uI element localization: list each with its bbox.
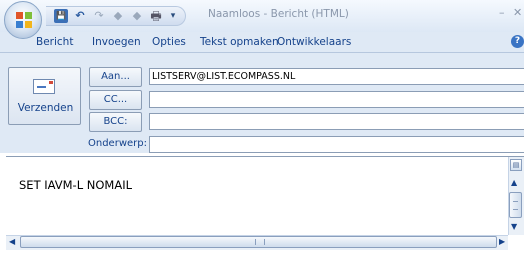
close-icon[interactable]: ✕ bbox=[513, 6, 522, 19]
tab-bericht[interactable]: Bericht bbox=[36, 36, 73, 48]
bcc-field[interactable] bbox=[149, 113, 524, 130]
redo-icon[interactable]: ↷ bbox=[92, 9, 106, 23]
tab-invoegen[interactable]: Invoegen bbox=[92, 36, 141, 48]
cc-field[interactable] bbox=[149, 91, 524, 108]
scroll-down-icon[interactable]: ▼ bbox=[511, 222, 517, 231]
envelope-icon bbox=[33, 79, 55, 94]
scroll-grip-icon bbox=[255, 239, 265, 245]
scroll-up-icon[interactable]: ▲ bbox=[511, 178, 517, 187]
tab-opties[interactable]: Opties bbox=[152, 36, 186, 48]
tab-tekst-opmaken[interactable]: Tekst opmaken bbox=[200, 36, 279, 48]
cc-button[interactable]: CC... bbox=[89, 90, 142, 110]
window-title: Naamloos - Bericht (HTML) bbox=[208, 8, 349, 20]
print-icon[interactable]: 🖶 bbox=[149, 9, 163, 23]
office-logo-icon bbox=[16, 12, 32, 28]
ruler-toggle-icon[interactable]: ▤ bbox=[510, 159, 522, 171]
save-icon[interactable]: 💾 bbox=[54, 9, 68, 23]
vertical-scroll-thumb[interactable] bbox=[509, 192, 522, 218]
to-field[interactable]: LISTSERV@LIST.ECOMPASS.NL bbox=[149, 68, 524, 85]
help-icon[interactable]: ? bbox=[511, 35, 524, 48]
next-item-icon[interactable]: ◆ bbox=[130, 9, 144, 23]
quick-access-toolbar: 💾 ↶ ↷ ◆ ◆ 🖶 ▾ bbox=[46, 6, 186, 26]
tab-ontwikkelaars[interactable]: Ontwikkelaars bbox=[277, 36, 351, 48]
previous-item-icon[interactable]: ◆ bbox=[111, 9, 125, 23]
send-button[interactable]: Verzenden bbox=[8, 67, 81, 125]
undo-icon[interactable]: ↶ bbox=[73, 9, 87, 23]
office-button[interactable] bbox=[4, 1, 42, 39]
message-body-text: SET IAVM-L NOMAIL bbox=[19, 178, 133, 192]
subject-field[interactable] bbox=[149, 136, 524, 153]
send-button-label: Verzenden bbox=[17, 102, 74, 114]
bcc-button[interactable]: BCC: bbox=[89, 112, 142, 132]
scroll-right-icon[interactable]: ▶ bbox=[499, 235, 505, 249]
customize-toolbar-icon[interactable]: ▾ bbox=[168, 9, 178, 23]
subject-label: Onderwerp: bbox=[88, 138, 147, 149]
minimize-icon[interactable]: – bbox=[499, 6, 505, 19]
scroll-left-icon[interactable]: ◀ bbox=[9, 235, 15, 249]
to-button[interactable]: Aan... bbox=[89, 67, 142, 87]
